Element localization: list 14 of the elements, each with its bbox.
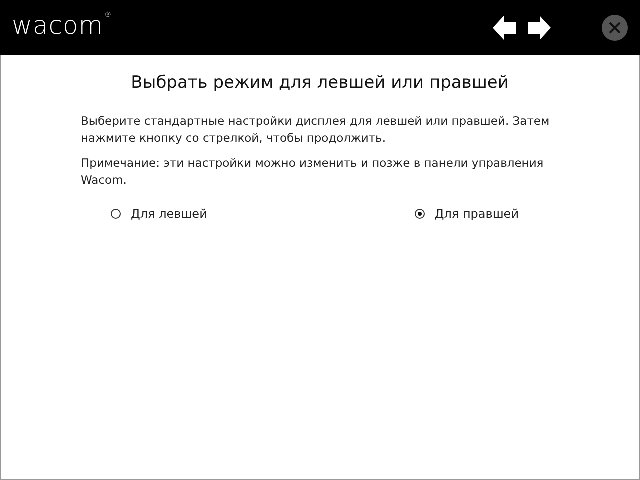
radio-option[interactable]: Для правшей: [414, 207, 519, 221]
close-icon: [608, 20, 622, 34]
instruction-text: Примечание: эти настройки можно изменить и позже в панели управления Wacom.: [81, 155, 545, 189]
radio-button[interactable]: [111, 209, 121, 219]
left-arrow-icon: [492, 14, 518, 40]
option-label: Для правшей: [434, 207, 519, 221]
radio-option[interactable]: Для левшей: [111, 207, 208, 221]
page-title: Выбрать режим для левшей или правшей: [130, 73, 510, 93]
radio-button[interactable]: [414, 209, 425, 219]
instruction-text: Выберите стандартные настройки дисплея для левшей или правшей. Затем нажмите кнопку со стрелкой, чтобы продолжить.: [81, 113, 551, 147]
close-button[interactable]: [602, 14, 628, 40]
option-label: Для левшей: [131, 207, 208, 221]
right-arrow-icon: [526, 14, 552, 40]
wacom-logo: wacom$^{®}$: [12, 11, 112, 40]
